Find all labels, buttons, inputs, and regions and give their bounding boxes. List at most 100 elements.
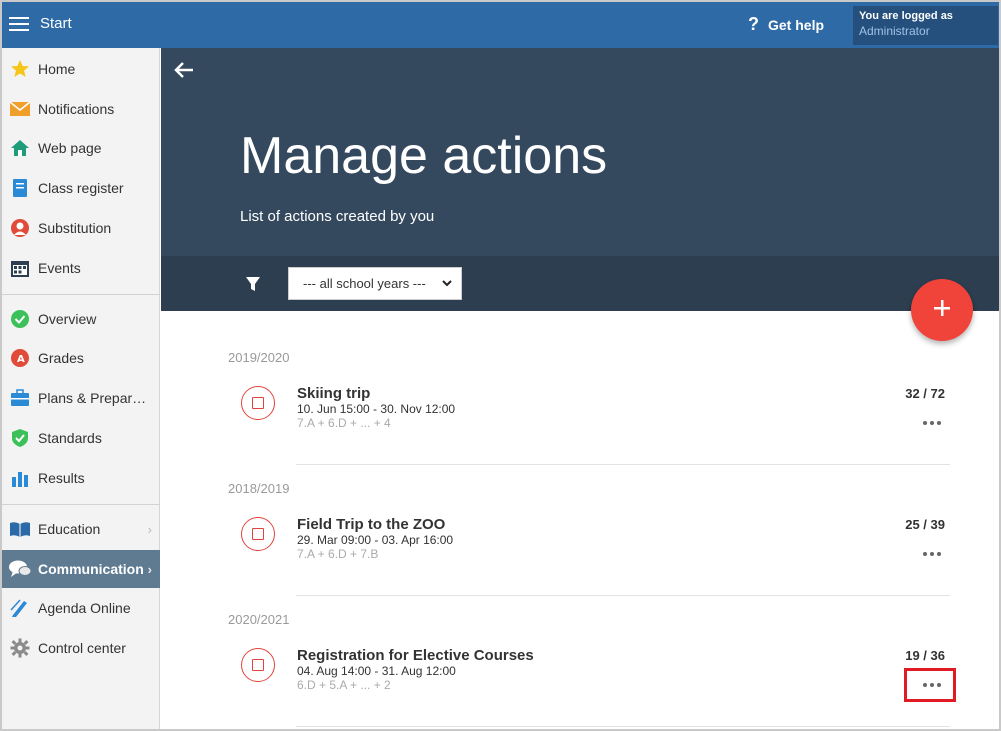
sidebar-item-label: Class register	[38, 180, 124, 196]
page-header: Manage actions List of actions created b…	[161, 48, 999, 256]
svg-text:A: A	[17, 354, 25, 365]
menu-icon[interactable]	[9, 14, 31, 32]
sidebar-item-events[interactable]: Events	[2, 249, 160, 287]
more-options-button[interactable]	[919, 546, 945, 562]
sidebar-item-standards[interactable]: Standards	[2, 419, 160, 457]
plus-icon	[932, 298, 952, 323]
sidebar-item-label: Standards	[38, 430, 102, 446]
action-classes: 7.A + 6.D + ... + 4	[297, 416, 391, 430]
sidebar-item-label: Education	[38, 521, 101, 537]
question-icon: ?	[748, 14, 759, 34]
stop-icon	[252, 528, 264, 540]
sidebar: Home Notifications Web page Class regist…	[2, 48, 160, 729]
action-title[interactable]: Field Trip to the ZOO	[297, 516, 445, 533]
sidebar-item-plans[interactable]: Plans & Preparations	[2, 379, 160, 417]
school-year-heading: 2019/2020	[228, 350, 290, 365]
action-select-toggle[interactable]	[241, 648, 275, 682]
action-count: 25 / 39	[905, 517, 945, 532]
sidebar-divider	[2, 294, 160, 295]
action-count: 32 / 72	[905, 386, 945, 401]
row-divider	[296, 726, 950, 727]
sidebar-item-grades[interactable]: A Grades	[2, 339, 160, 377]
sidebar-item-label: Agenda Online	[38, 600, 131, 616]
action-title[interactable]: Registration for Elective Courses	[297, 647, 534, 664]
sidebar-item-class-register[interactable]: Class register	[2, 169, 160, 207]
person-swap-icon	[2, 218, 38, 238]
calendar-icon	[2, 258, 38, 278]
sidebar-item-label: Plans & Preparations	[38, 390, 148, 406]
sidebar-item-label: Notifications	[38, 101, 115, 117]
user-box[interactable]: You are logged as Administrator	[853, 6, 998, 45]
action-select-toggle[interactable]	[241, 517, 275, 551]
chevron-right-icon: ›	[147, 561, 152, 577]
grade-icon: A	[2, 348, 38, 368]
more-options-button[interactable]	[919, 415, 945, 431]
sidebar-item-agenda-online[interactable]: Agenda Online	[2, 589, 160, 627]
sidebar-item-label: Results	[38, 470, 85, 486]
top-bar: Start ? Get help You are logged as Admin…	[2, 2, 999, 48]
add-action-button[interactable]	[911, 279, 973, 341]
main-content: Manage actions List of actions created b…	[161, 48, 999, 729]
row-divider	[296, 595, 950, 596]
sidebar-item-label: Communication	[38, 561, 144, 577]
sidebar-divider	[2, 504, 160, 505]
school-year-heading: 2018/2019	[228, 481, 290, 496]
action-title[interactable]: Skiing trip	[297, 385, 370, 402]
page-title: Manage actions	[240, 127, 608, 185]
get-help-button[interactable]: ? Get help	[748, 14, 824, 35]
get-help-label: Get help	[768, 16, 825, 33]
filter-bar: --- all school years ---	[161, 256, 999, 311]
sidebar-item-web-page[interactable]: Web page	[2, 129, 160, 167]
sidebar-item-communication[interactable]: Communication ›	[2, 550, 160, 588]
sidebar-item-home[interactable]: Home	[2, 50, 160, 88]
bar-chart-icon	[2, 469, 38, 487]
action-classes: 7.A + 6.D + 7.B	[297, 547, 379, 561]
action-count: 19 / 36	[905, 648, 945, 663]
gear-icon	[2, 638, 38, 658]
pen-icon	[2, 598, 38, 618]
sidebar-item-label: Home	[38, 61, 76, 77]
school-year-heading: 2020/2021	[228, 612, 290, 627]
action-dates: 04. Aug 14:00 - 31. Aug 12:00	[297, 664, 456, 678]
user-role: Administrator	[859, 24, 930, 38]
chevron-right-icon: ›	[147, 521, 152, 537]
action-select-toggle[interactable]	[241, 386, 275, 420]
sidebar-item-label: Web page	[38, 140, 102, 156]
book-icon	[2, 520, 38, 538]
shield-check-icon	[2, 428, 38, 448]
house-icon	[2, 138, 38, 158]
sidebar-item-notifications[interactable]: Notifications	[2, 90, 160, 128]
back-arrow-icon[interactable]	[173, 60, 197, 80]
sidebar-item-control-center[interactable]: Control center	[2, 629, 160, 667]
school-year-select-value: --- all school years ---	[303, 276, 426, 291]
stop-icon	[252, 397, 264, 409]
action-dates: 29. Mar 09:00 - 03. Apr 16:00	[297, 533, 454, 547]
app-frame: Start ? Get help You are logged as Admin…	[2, 2, 999, 729]
action-dates: 10. Jun 15:00 - 30. Nov 12:00	[297, 402, 456, 416]
stop-icon	[252, 659, 264, 671]
page-subtitle: List of actions created by you	[240, 208, 435, 225]
sidebar-item-label: Events	[38, 260, 81, 276]
briefcase-icon	[2, 389, 38, 407]
logged-as-label: You are logged as	[859, 10, 953, 22]
sidebar-item-substitution[interactable]: Substitution	[2, 209, 160, 247]
star-icon	[2, 59, 38, 79]
row-divider	[296, 464, 950, 465]
highlight-box	[904, 668, 956, 702]
action-classes: 6.D + 5.A + ... + 2	[297, 678, 391, 692]
chat-icon	[2, 559, 38, 579]
sidebar-item-label: Grades	[38, 350, 84, 366]
sidebar-item-results[interactable]: Results	[2, 459, 160, 497]
chevron-down-icon	[441, 277, 453, 292]
sidebar-item-label: Substitution	[38, 220, 112, 236]
sidebar-item-label: Control center	[38, 640, 126, 656]
filter-icon[interactable]	[245, 276, 261, 297]
sidebar-item-label: Overview	[38, 311, 97, 327]
notebook-icon	[2, 178, 38, 198]
envelope-icon	[2, 101, 38, 117]
start-label[interactable]: Start	[40, 15, 72, 32]
sidebar-item-overview[interactable]: Overview	[2, 300, 160, 338]
school-year-select[interactable]: --- all school years ---	[288, 267, 462, 300]
sidebar-item-education[interactable]: Education ›	[2, 510, 160, 548]
check-circle-icon	[2, 309, 38, 329]
